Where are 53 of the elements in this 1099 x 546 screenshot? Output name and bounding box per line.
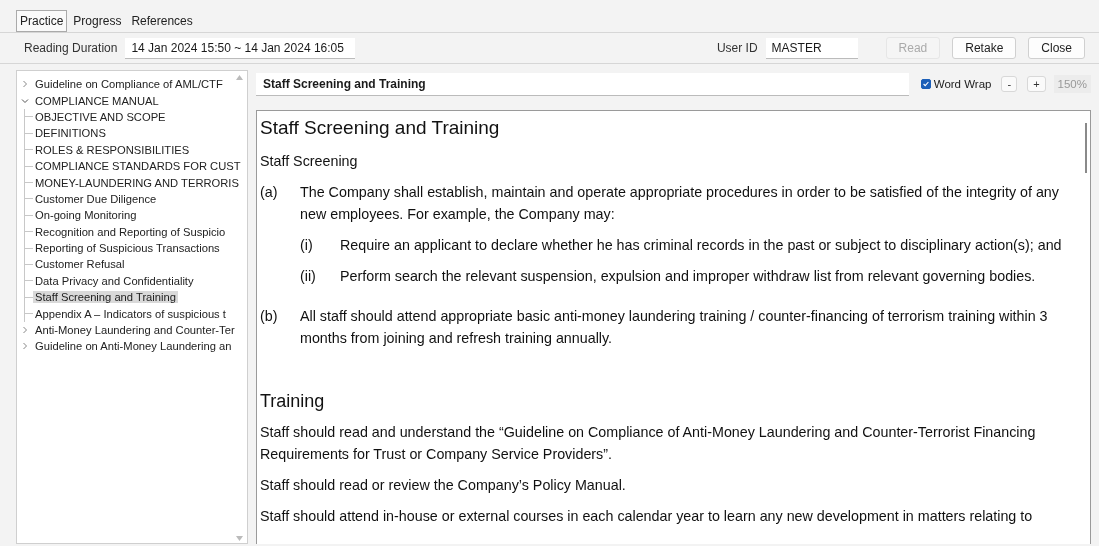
tree-item[interactable]: Recognition and Reporting of Suspicio <box>33 225 228 238</box>
list-marker: (a) <box>260 183 279 202</box>
chevron-right-icon[interactable] <box>21 342 29 351</box>
tree-item[interactable]: Appendix A – Indicators of suspicious t <box>33 307 228 320</box>
checkbox-icon[interactable] <box>920 79 931 89</box>
tree-item[interactable]: COMPLIANCE STANDARDS FOR CUST <box>33 160 243 173</box>
date-range-field[interactable]: 14 Jan 2024 15:50 ~ 14 Jan 2024 16:05 <box>125 37 356 59</box>
paragraph: Staff Screening <box>260 152 359 171</box>
field-label: Reading Duration <box>24 41 118 55</box>
tree-item[interactable]: Guideline on Compliance of AML/CTF <box>33 78 225 91</box>
tree-item[interactable]: MONEY-LAUNDERING AND TERRORIS <box>33 176 241 189</box>
scroll-up-icon[interactable] <box>236 75 243 80</box>
paragraph: Staff should read and understand the “Guideline on Compliance of Anti-Money Laundering and Counter-Terrorist Financing Requirements for Trust or Company Service Providers”. <box>260 423 1037 464</box>
section-title-field: Staff Screening and Training <box>256 72 909 96</box>
tree-item[interactable]: Anti-Money Laundering and Counter-Ter <box>33 324 237 337</box>
list-item-text: All staff should attend appropriate basic anti-money laundering training / counter-financing of terrorism training within 3 months from joining and refresh training annually. <box>300 307 1049 348</box>
list-marker: (b) <box>260 307 279 326</box>
chevron-right-icon[interactable] <box>21 326 29 335</box>
tree-item[interactable]: OBJECTIVE AND SCOPE <box>33 110 168 123</box>
section-heading: Training <box>260 390 326 413</box>
tab[interactable]: References <box>127 10 197 32</box>
document-heading: Staff Screening and Training <box>260 116 501 140</box>
tree-item[interactable]: COMPLIANCE MANUAL <box>33 94 161 107</box>
list-marker: (ii) <box>300 267 317 286</box>
chevron-right-icon[interactable] <box>21 80 29 89</box>
tree-item[interactable]: Customer Refusal <box>33 258 127 271</box>
paragraph: Staff should attend in-house or external courses in each calendar year to learn any new development in matters relating to <box>260 507 1034 526</box>
action-button[interactable]: Retake <box>952 37 1017 59</box>
tree-item[interactable]: Reporting of Suspicious Transactions <box>33 242 222 255</box>
zoom-in-button[interactable]: + <box>1027 76 1046 92</box>
tree-item[interactable]: Customer Due Diligence <box>33 192 159 205</box>
list-marker: (i) <box>300 236 314 255</box>
tree-item[interactable]: DEFINITIONS <box>33 127 108 140</box>
tree-item[interactable]: Data Privacy and Confidentiality <box>33 274 196 287</box>
tree-item[interactable]: Guideline on Anti-Money Laundering an <box>33 340 234 353</box>
tree-item[interactable]: ROLES & RESPONSIBILITIES <box>33 143 192 156</box>
tab[interactable]: Progress <box>69 10 126 32</box>
user-id-field[interactable]: MASTER <box>765 37 858 59</box>
action-button[interactable]: Close <box>1028 37 1085 59</box>
list-item-text: Perform search the relevant suspension, expulsion and improper withdraw list from relevant governing bodies. <box>340 267 1036 286</box>
word-wrap-checkbox[interactable]: Word Wrap <box>920 78 992 90</box>
zoom-out-button[interactable]: - <box>1001 76 1018 92</box>
tab[interactable]: Practice <box>16 10 68 32</box>
chevron-down-icon[interactable] <box>21 96 29 105</box>
field-label: User ID <box>716 41 758 55</box>
tree-item[interactable]: Staff Screening and Training <box>33 291 178 304</box>
scroll-down-icon[interactable] <box>236 536 243 541</box>
zoom-level: 150% <box>1053 75 1091 93</box>
tree-item[interactable]: On-going Monitoring <box>33 209 139 222</box>
list-item-text: The Company shall establish, maintain and operate appropriate procedures in order to be satisfied of the integrity of any new employees. For example, the Company may: <box>300 183 1060 224</box>
paragraph: Staff should read or review the Company’s Policy Manual. <box>260 476 627 495</box>
list-item-text: Require an applicant to declare whether he has criminal records in the past or subject to disciplinary action(s); and <box>340 236 1062 255</box>
scrollbar-thumb[interactable] <box>1085 123 1087 173</box>
